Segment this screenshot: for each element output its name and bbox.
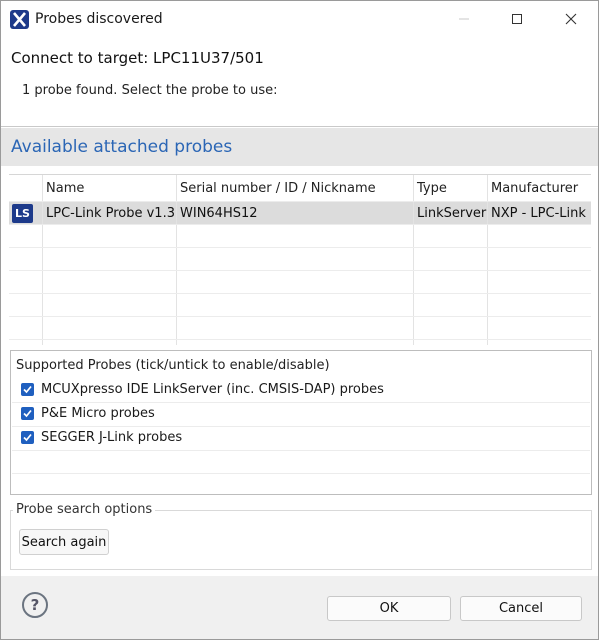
- pe-micro-probes-label: P&E Micro probes: [41, 406, 155, 421]
- segger-probes-option[interactable]: SEGGER J-Link probes: [17, 427, 585, 449]
- dialog-header: Connect to target: LPC11U37/501 1 probe …: [1, 37, 598, 127]
- connect-target-title: Connect to target: LPC11U37/501: [11, 49, 264, 67]
- checkbox-segger[interactable]: [21, 431, 34, 444]
- close-icon: [565, 13, 577, 25]
- available-probes-title: Available attached probes: [11, 137, 233, 157]
- column-header-manufacturer[interactable]: Manufacturer: [491, 181, 578, 196]
- linkserver-icon: LS: [12, 204, 33, 223]
- column-header-serial[interactable]: Serial number / ID / Nickname: [180, 181, 376, 196]
- help-icon[interactable]: ?: [22, 592, 48, 618]
- segger-probes-label: SEGGER J-Link probes: [41, 430, 183, 445]
- probe-table: Name Serial number / ID / Nickname Type …: [9, 174, 591, 345]
- probes-found-message: 1 probe found. Select the probe to use:: [22, 83, 278, 98]
- column-header-name[interactable]: Name: [46, 181, 84, 196]
- minimize-icon: [459, 18, 469, 20]
- header-divider: [1, 126, 598, 127]
- pe-micro-probes-option[interactable]: P&E Micro probes: [17, 403, 585, 425]
- minimize-button[interactable]: [441, 1, 487, 37]
- window-title: Probes discovered: [35, 11, 163, 27]
- probe-search-options-label: Probe search options: [13, 502, 156, 517]
- x-app-icon: [10, 10, 29, 29]
- search-again-button[interactable]: Search again: [19, 529, 109, 555]
- probe-name-cell: LPC-Link Probe v1.3: [46, 206, 175, 221]
- supported-probes-label: Supported Probes (tick/untick to enable/…: [16, 358, 330, 373]
- column-header-type[interactable]: Type: [417, 181, 447, 196]
- supported-probes-group: Supported Probes (tick/untick to enable/…: [10, 350, 592, 495]
- probes-dialog: Probes discovered Connect to target: LPC…: [0, 0, 599, 640]
- available-probes-banner: Available attached probes: [1, 128, 598, 166]
- ok-button[interactable]: OK: [327, 596, 451, 621]
- maximize-button[interactable]: [494, 1, 540, 37]
- checkmark-icon: [23, 409, 32, 418]
- probe-manufacturer-cell: NXP - LPC-Link: [491, 206, 586, 221]
- checkmark-icon: [23, 385, 32, 394]
- dialog-button-bar: ? OK Cancel: [1, 576, 598, 639]
- probe-type-cell: LinkServer: [417, 206, 487, 221]
- cancel-button[interactable]: Cancel: [460, 596, 582, 621]
- close-button[interactable]: [548, 1, 594, 37]
- linkserver-probes-option[interactable]: MCUXpresso IDE LinkServer (inc. CMSIS-DA…: [17, 379, 585, 401]
- probe-serial-cell: WIN64HS12: [180, 206, 258, 221]
- linkserver-probes-label: MCUXpresso IDE LinkServer (inc. CMSIS-DA…: [41, 382, 384, 397]
- checkbox-linkserver[interactable]: [21, 383, 34, 396]
- checkmark-icon: [23, 433, 32, 442]
- maximize-icon: [512, 14, 522, 24]
- checkbox-pe-micro[interactable]: [21, 407, 34, 420]
- title-bar: Probes discovered: [1, 1, 598, 37]
